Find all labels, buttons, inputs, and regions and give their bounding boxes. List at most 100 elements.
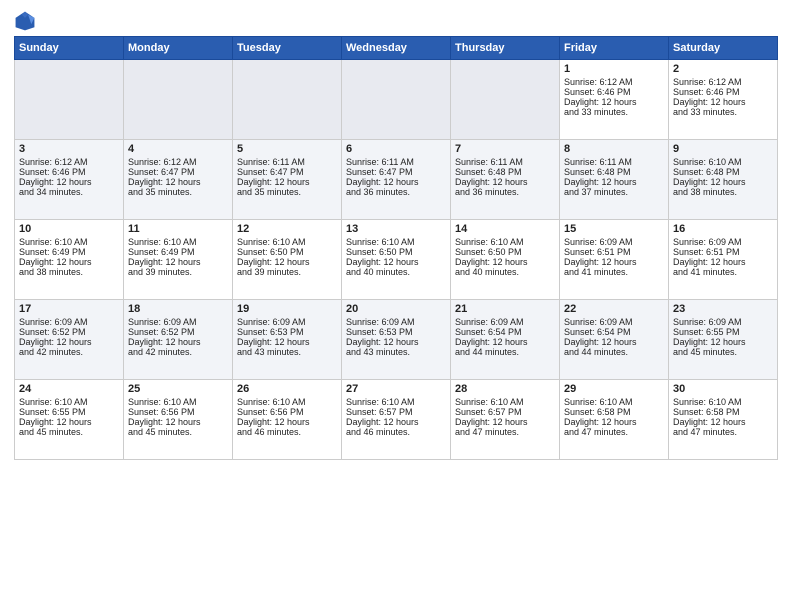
cell-info: and 44 minutes. [564, 347, 664, 357]
cell-info: Sunset: 6:50 PM [237, 247, 337, 257]
cell-info: and 41 minutes. [673, 267, 773, 277]
day-number: 18 [128, 303, 228, 315]
cell-info: Sunrise: 6:12 AM [19, 157, 119, 167]
cell-info: Sunset: 6:49 PM [128, 247, 228, 257]
header [14, 10, 778, 32]
cell-info: Sunrise: 6:09 AM [237, 317, 337, 327]
cell-info: and 38 minutes. [673, 187, 773, 197]
cell-info: Sunrise: 6:09 AM [564, 317, 664, 327]
day-number: 10 [19, 223, 119, 235]
cell-info: Daylight: 12 hours [128, 257, 228, 267]
cell-info: and 40 minutes. [346, 267, 446, 277]
calendar-cell: 12Sunrise: 6:10 AMSunset: 6:50 PMDayligh… [233, 220, 342, 300]
calendar-cell: 21Sunrise: 6:09 AMSunset: 6:54 PMDayligh… [451, 300, 560, 380]
calendar-cell: 14Sunrise: 6:10 AMSunset: 6:50 PMDayligh… [451, 220, 560, 300]
cell-info: Sunrise: 6:11 AM [346, 157, 446, 167]
cell-info: Daylight: 12 hours [673, 177, 773, 187]
calendar-cell: 1Sunrise: 6:12 AMSunset: 6:46 PMDaylight… [560, 60, 669, 140]
cell-info: Sunrise: 6:10 AM [237, 397, 337, 407]
cell-info: Sunset: 6:51 PM [673, 247, 773, 257]
calendar-cell: 20Sunrise: 6:09 AMSunset: 6:53 PMDayligh… [342, 300, 451, 380]
logo-icon [14, 10, 36, 32]
cell-info: Sunrise: 6:10 AM [128, 237, 228, 247]
logo [14, 10, 38, 32]
cell-info: Sunrise: 6:10 AM [455, 397, 555, 407]
cell-info: Sunrise: 6:11 AM [237, 157, 337, 167]
day-number: 12 [237, 223, 337, 235]
cell-info: Daylight: 12 hours [237, 417, 337, 427]
calendar-header: SundayMondayTuesdayWednesdayThursdayFrid… [15, 37, 778, 60]
cell-info: Sunset: 6:58 PM [564, 407, 664, 417]
cell-info: Sunset: 6:51 PM [564, 247, 664, 257]
calendar-cell: 7Sunrise: 6:11 AMSunset: 6:48 PMDaylight… [451, 140, 560, 220]
cell-info: Sunrise: 6:10 AM [346, 397, 446, 407]
calendar-body: 1Sunrise: 6:12 AMSunset: 6:46 PMDaylight… [15, 60, 778, 460]
calendar-cell: 16Sunrise: 6:09 AMSunset: 6:51 PMDayligh… [669, 220, 778, 300]
day-number: 28 [455, 383, 555, 395]
cell-info: and 36 minutes. [455, 187, 555, 197]
day-number: 7 [455, 143, 555, 155]
cell-info: Sunset: 6:48 PM [673, 167, 773, 177]
day-number: 25 [128, 383, 228, 395]
cell-info: Daylight: 12 hours [346, 177, 446, 187]
cell-info: Daylight: 12 hours [564, 177, 664, 187]
calendar-cell: 5Sunrise: 6:11 AMSunset: 6:47 PMDaylight… [233, 140, 342, 220]
cell-info: Sunset: 6:46 PM [673, 87, 773, 97]
cell-info: and 38 minutes. [19, 267, 119, 277]
calendar-cell [451, 60, 560, 140]
cell-info: Sunset: 6:57 PM [346, 407, 446, 417]
cell-info: Sunrise: 6:10 AM [19, 237, 119, 247]
day-number: 9 [673, 143, 773, 155]
day-number: 8 [564, 143, 664, 155]
calendar-cell [15, 60, 124, 140]
cell-info: Sunset: 6:48 PM [564, 167, 664, 177]
day-number: 4 [128, 143, 228, 155]
cell-info: Sunset: 6:47 PM [237, 167, 337, 177]
cell-info: Sunrise: 6:12 AM [564, 77, 664, 87]
cell-info: Sunrise: 6:09 AM [673, 237, 773, 247]
cell-info: Sunrise: 6:09 AM [673, 317, 773, 327]
col-header-friday: Friday [560, 37, 669, 60]
cell-info: and 39 minutes. [128, 267, 228, 277]
day-number: 17 [19, 303, 119, 315]
calendar-cell: 29Sunrise: 6:10 AMSunset: 6:58 PMDayligh… [560, 380, 669, 460]
calendar-cell: 10Sunrise: 6:10 AMSunset: 6:49 PMDayligh… [15, 220, 124, 300]
cell-info: and 43 minutes. [237, 347, 337, 357]
cell-info: Sunset: 6:52 PM [19, 327, 119, 337]
calendar-cell: 19Sunrise: 6:09 AMSunset: 6:53 PMDayligh… [233, 300, 342, 380]
cell-info: Sunrise: 6:12 AM [673, 77, 773, 87]
calendar-table: SundayMondayTuesdayWednesdayThursdayFrid… [14, 36, 778, 460]
calendar-cell: 28Sunrise: 6:10 AMSunset: 6:57 PMDayligh… [451, 380, 560, 460]
cell-info: Sunset: 6:47 PM [128, 167, 228, 177]
day-number: 14 [455, 223, 555, 235]
week-row-4: 24Sunrise: 6:10 AMSunset: 6:55 PMDayligh… [15, 380, 778, 460]
cell-info: Daylight: 12 hours [346, 337, 446, 347]
page-container: SundayMondayTuesdayWednesdayThursdayFrid… [0, 0, 792, 468]
cell-info: Daylight: 12 hours [128, 337, 228, 347]
cell-info: and 46 minutes. [237, 427, 337, 437]
calendar-cell: 11Sunrise: 6:10 AMSunset: 6:49 PMDayligh… [124, 220, 233, 300]
day-number: 23 [673, 303, 773, 315]
cell-info: Daylight: 12 hours [237, 177, 337, 187]
cell-info: and 41 minutes. [564, 267, 664, 277]
cell-info: Sunset: 6:55 PM [19, 407, 119, 417]
cell-info: and 47 minutes. [673, 427, 773, 437]
cell-info: Sunset: 6:49 PM [19, 247, 119, 257]
calendar-cell [233, 60, 342, 140]
cell-info: Daylight: 12 hours [455, 177, 555, 187]
cell-info: Daylight: 12 hours [564, 97, 664, 107]
cell-info: and 45 minutes. [673, 347, 773, 357]
day-number: 21 [455, 303, 555, 315]
cell-info: Sunset: 6:53 PM [237, 327, 337, 337]
cell-info: and 35 minutes. [128, 187, 228, 197]
calendar-cell: 17Sunrise: 6:09 AMSunset: 6:52 PMDayligh… [15, 300, 124, 380]
calendar-cell: 15Sunrise: 6:09 AMSunset: 6:51 PMDayligh… [560, 220, 669, 300]
calendar-cell: 9Sunrise: 6:10 AMSunset: 6:48 PMDaylight… [669, 140, 778, 220]
cell-info: Sunset: 6:56 PM [128, 407, 228, 417]
cell-info: Sunrise: 6:10 AM [455, 237, 555, 247]
week-row-2: 10Sunrise: 6:10 AMSunset: 6:49 PMDayligh… [15, 220, 778, 300]
cell-info: and 33 minutes. [564, 107, 664, 117]
calendar-cell: 22Sunrise: 6:09 AMSunset: 6:54 PMDayligh… [560, 300, 669, 380]
day-number: 30 [673, 383, 773, 395]
cell-info: Daylight: 12 hours [673, 417, 773, 427]
